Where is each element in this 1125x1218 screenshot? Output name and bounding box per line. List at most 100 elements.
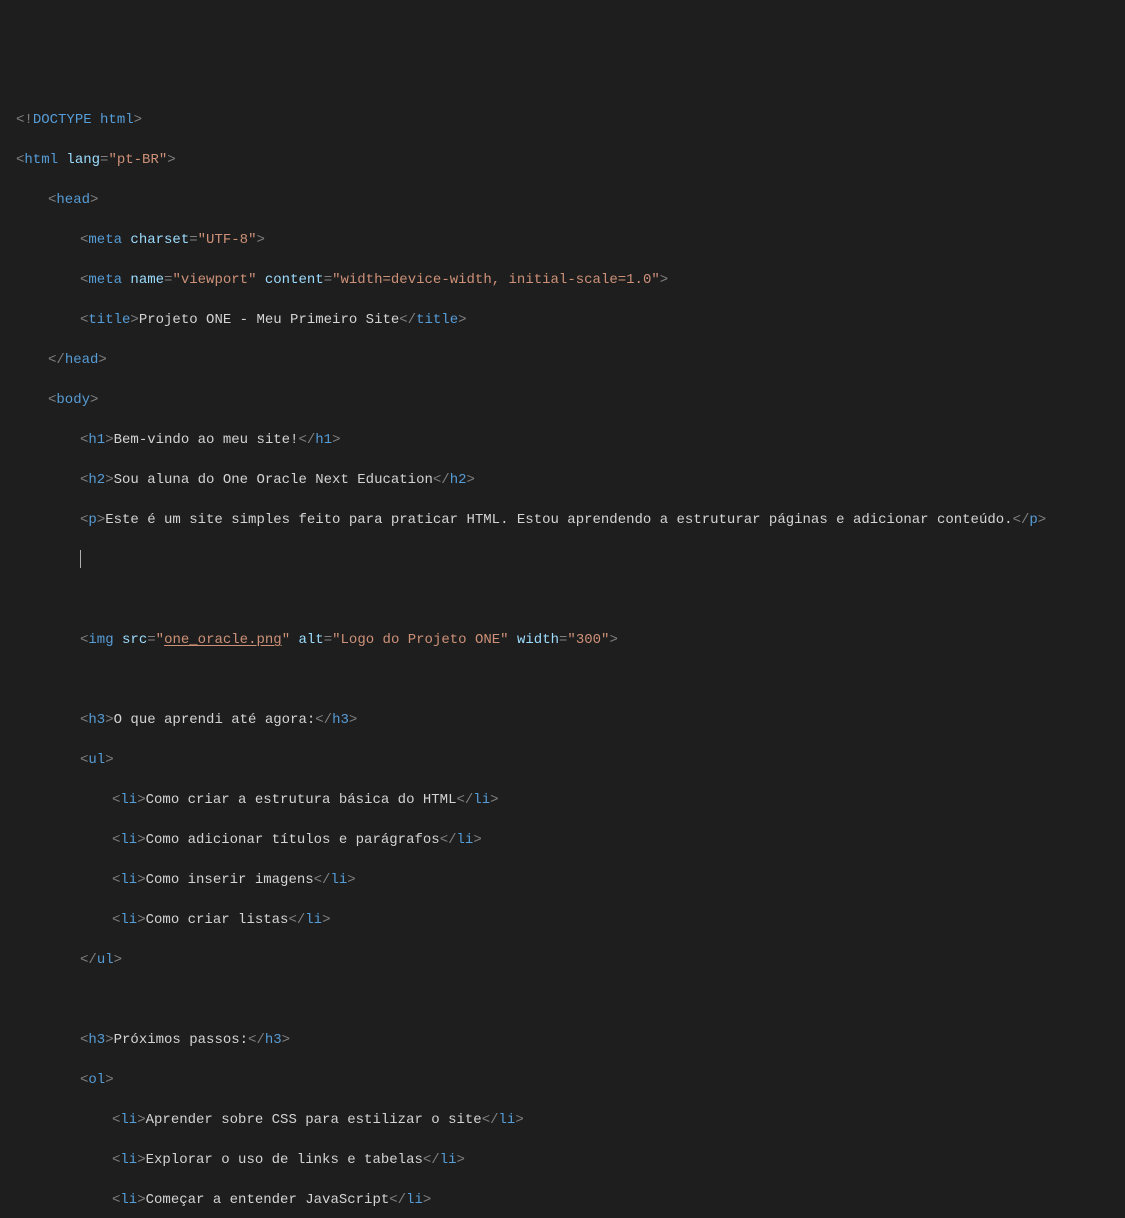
code-line[interactable]: <h3>O que aprendi até agora:</h3> (16, 710, 1109, 730)
punct: > (332, 432, 340, 448)
punct: > (349, 712, 357, 728)
punct: < (80, 1072, 88, 1088)
space (114, 632, 122, 648)
string: " (108, 152, 116, 168)
code-line[interactable]: <li>Começar a entender JavaScript</li> (16, 1190, 1109, 1210)
punct: < (112, 1152, 120, 1168)
code-line[interactable]: <head> (16, 190, 1109, 210)
punct: > (105, 472, 113, 488)
code-line[interactable]: <li>Como adicionar títulos e parágrafos<… (16, 830, 1109, 850)
attr: alt (299, 632, 324, 648)
space (509, 632, 517, 648)
punct: < (112, 1192, 120, 1208)
tag: li (457, 832, 474, 848)
code-line[interactable]: </ul> (16, 950, 1109, 970)
punct: > (609, 632, 617, 648)
tag: li (330, 872, 347, 888)
punct: </ (248, 1032, 265, 1048)
punct: </ (423, 1152, 440, 1168)
code-line[interactable]: <p>Este é um site simples feito para pra… (16, 510, 1109, 530)
tag: ol (88, 1072, 105, 1088)
punct: </ (80, 952, 97, 968)
attr: width (517, 632, 559, 648)
text-content: Este é um site simples feito para pratic… (105, 512, 1012, 528)
text-content: Bem-vindo ao meu site! (114, 432, 299, 448)
code-editor[interactable]: <!DOCTYPE html> <html lang="pt-BR"> <hea… (16, 90, 1109, 1218)
tag: meta (88, 272, 122, 288)
text-content: Sou aluna do One Oracle Next Education (114, 472, 433, 488)
punct: > (105, 432, 113, 448)
punct: < (80, 712, 88, 728)
tag: img (88, 632, 113, 648)
punct: > (114, 952, 122, 968)
punct: > (282, 1032, 290, 1048)
punct: > (98, 352, 106, 368)
code-line[interactable]: <h1>Bem-vindo ao meu site!</h1> (16, 430, 1109, 450)
code-line[interactable]: <li>Como criar a estrutura básica do HTM… (16, 790, 1109, 810)
cursor (80, 550, 81, 568)
code-line[interactable]: <meta charset="UTF-8"> (16, 230, 1109, 250)
tag: h3 (265, 1032, 282, 1048)
punct: </ (456, 792, 473, 808)
code-line[interactable]: <html lang="pt-BR"> (16, 150, 1109, 170)
punct: > (130, 312, 138, 328)
code-line[interactable]: <title>Projeto ONE - Meu Primeiro Site</… (16, 310, 1109, 330)
string: " (172, 272, 180, 288)
tag: title (88, 312, 130, 328)
punct: > (256, 232, 264, 248)
punct: </ (288, 912, 305, 928)
punct: > (137, 1192, 145, 1208)
code-line[interactable]: <li>Como inserir imagens</li> (16, 870, 1109, 890)
code-line[interactable]: <ol> (16, 1070, 1109, 1090)
string: " (567, 632, 575, 648)
punct: > (167, 152, 175, 168)
code-line[interactable]: <img src="one_oracle.png" alt="Logo do P… (16, 630, 1109, 650)
punct: > (458, 312, 466, 328)
code-line-empty[interactable] (16, 590, 1109, 610)
punct: > (457, 1152, 465, 1168)
code-line[interactable]: <!DOCTYPE html> (16, 110, 1109, 130)
punct: > (1038, 512, 1046, 528)
tag: li (120, 1192, 137, 1208)
punct: > (322, 912, 330, 928)
punct: </ (48, 352, 65, 368)
code-line-empty[interactable] (16, 670, 1109, 690)
tag: li (120, 832, 137, 848)
code-line[interactable]: <body> (16, 390, 1109, 410)
punct: > (490, 792, 498, 808)
code-line[interactable]: <h3>Próximos passos:</h3> (16, 1030, 1109, 1050)
code-line[interactable]: <li>Como criar listas</li> (16, 910, 1109, 930)
punct: > (347, 872, 355, 888)
code-line[interactable]: <meta name="viewport" content="width=dev… (16, 270, 1109, 290)
punct: <! (16, 112, 33, 128)
attr: charset (130, 232, 189, 248)
punct: </ (298, 432, 315, 448)
code-line[interactable]: <ul> (16, 750, 1109, 770)
code-line[interactable]: <li>Aprender sobre CSS para estilizar o … (16, 1110, 1109, 1130)
punct: > (134, 112, 142, 128)
space (290, 632, 298, 648)
punct: = (147, 632, 155, 648)
tag: p (1029, 512, 1037, 528)
string: viewport (181, 272, 248, 288)
attr: lang (66, 152, 100, 168)
punct: > (423, 1192, 431, 1208)
code-line[interactable]: <h2>Sou aluna do One Oracle Next Educati… (16, 470, 1109, 490)
punct: > (137, 872, 145, 888)
code-line[interactable]: </head> (16, 350, 1109, 370)
tag: body (56, 392, 90, 408)
tag: p (88, 512, 96, 528)
doctype-val: html (100, 112, 134, 128)
punct: > (90, 392, 98, 408)
tag: li (473, 792, 490, 808)
code-line-empty[interactable] (16, 990, 1109, 1010)
punct: > (105, 752, 113, 768)
punct: = (324, 632, 332, 648)
punct: > (137, 832, 145, 848)
text-content: O que aprendi até agora: (114, 712, 316, 728)
string: " (332, 272, 340, 288)
string: " (651, 272, 659, 288)
string: " (601, 632, 609, 648)
code-line-cursor[interactable] (16, 550, 1109, 570)
code-line[interactable]: <li>Explorar o uso de links e tabelas</l… (16, 1150, 1109, 1170)
